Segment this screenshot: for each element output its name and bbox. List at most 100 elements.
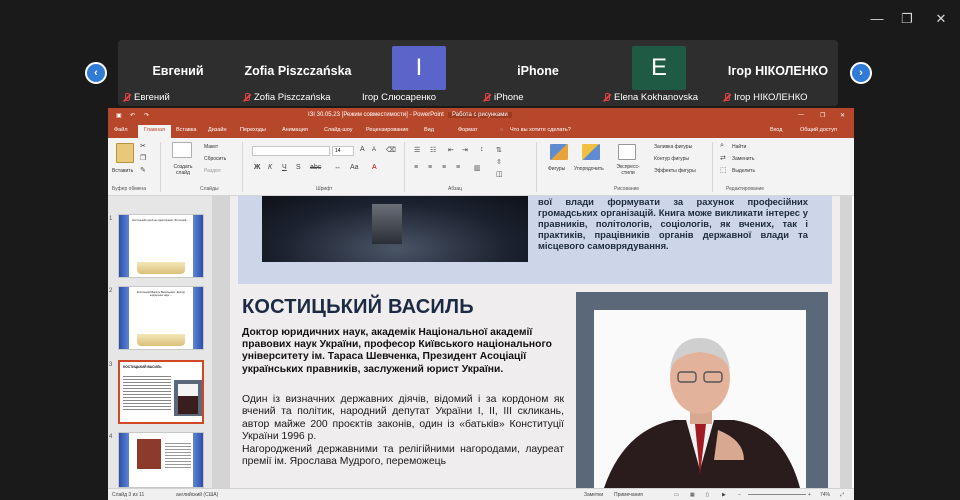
align-center-icon[interactable]: ≡: [428, 164, 432, 171]
line-spacing-icon[interactable]: ↕: [480, 146, 484, 153]
share-button[interactable]: Общий доступ: [800, 127, 837, 133]
tell-me-search[interactable]: Что вы хотите сделать?: [510, 127, 571, 133]
participant-tile[interactable]: iPhone iPhone: [478, 40, 598, 106]
tab-transitions[interactable]: Переходы: [240, 127, 266, 133]
tab-format[interactable]: Формат: [458, 127, 478, 133]
tab-review[interactable]: Рецензирование: [366, 127, 408, 133]
reset-button[interactable]: Сбросить: [204, 156, 226, 162]
zoom-out-icon[interactable]: −: [738, 492, 741, 498]
select-button[interactable]: Выделить: [732, 168, 755, 174]
gallery-prev-button[interactable]: ‹: [85, 62, 107, 84]
tab-view[interactable]: Вид: [424, 127, 434, 133]
replace-button[interactable]: Заменить: [732, 156, 754, 162]
participant-tile[interactable]: I Ігор Слюсаренко: [358, 40, 478, 106]
section-button[interactable]: Раздел: [204, 168, 221, 174]
reading-view-icon[interactable]: ▯: [706, 492, 709, 498]
sign-in-link[interactable]: Вход: [770, 127, 782, 133]
comments-button[interactable]: Примечания: [614, 492, 643, 498]
layout-button[interactable]: Макет: [204, 144, 218, 150]
paste-icon[interactable]: [116, 143, 134, 163]
tab-animation[interactable]: Анимация: [282, 127, 308, 133]
minimize-button[interactable]: —: [868, 10, 886, 28]
quick-styles-icon[interactable]: [618, 144, 636, 160]
normal-view-icon[interactable]: ▭: [674, 492, 679, 498]
copy-icon[interactable]: ❐: [140, 154, 146, 162]
smartart-icon[interactable]: ◫: [496, 170, 503, 178]
char-spacing-icon[interactable]: ↔: [334, 164, 341, 171]
slide-top-text[interactable]: вої влади формувати за рахунок професійн…: [538, 196, 808, 251]
shapes-icon[interactable]: [550, 144, 568, 160]
font-size-input[interactable]: 14: [332, 146, 354, 156]
text-direction-icon[interactable]: ⇅: [496, 146, 502, 154]
tab-file[interactable]: Файл: [114, 127, 128, 133]
zoom-slider[interactable]: [748, 494, 806, 495]
ppt-close-icon[interactable]: ✕: [840, 112, 845, 119]
bold-icon[interactable]: Ж: [254, 164, 260, 171]
close-button[interactable]: ✕: [932, 10, 950, 28]
slide-thumbnail-selected[interactable]: КОСТИЦЬКИЙ ВАСИЛЬ: [118, 360, 204, 424]
format-painter-icon[interactable]: ✎: [140, 166, 146, 174]
tab-insert[interactable]: Вставка: [176, 127, 196, 133]
indent-decrease-icon[interactable]: ⇤: [448, 146, 454, 154]
strikethrough-icon[interactable]: abc: [310, 164, 321, 171]
shape-fill-button[interactable]: Заливка фигуры: [654, 144, 692, 150]
slide-thumbnail[interactable]: Костицький герой не однієї країни. Фотог…: [118, 214, 204, 278]
new-slide-button[interactable]: Создать слайд: [168, 164, 198, 176]
sorter-view-icon[interactable]: ▦: [690, 492, 695, 498]
grow-font-icon[interactable]: A: [360, 146, 365, 153]
shape-effects-button[interactable]: Эффекты фигуры: [654, 168, 696, 174]
columns-icon[interactable]: ▥: [474, 164, 481, 172]
slide-body[interactable]: Один із визначних державних діячів, відо…: [242, 394, 564, 468]
participant-tile[interactable]: Zofia Piszczańska Zofia Piszczańska: [238, 40, 358, 106]
slide-heading[interactable]: КОСТИЦЬКИЙ ВАСИЛЬ: [242, 296, 474, 319]
crowd-photo[interactable]: [262, 196, 528, 262]
tab-slideshow[interactable]: Слайд-шоу: [324, 127, 353, 133]
italic-icon[interactable]: К: [268, 164, 272, 171]
change-case-icon[interactable]: Aa: [350, 164, 359, 171]
participant-tile[interactable]: Ігор НІКОЛЕНКО Ігор НІКОЛЕНКО: [718, 40, 838, 106]
numbering-icon[interactable]: ☷: [430, 146, 436, 154]
new-slide-icon[interactable]: [172, 142, 192, 158]
clear-format-icon[interactable]: ⌫: [386, 146, 396, 154]
participant-tile[interactable]: Евгений Евгений: [118, 40, 238, 106]
tab-home[interactable]: Главная: [138, 125, 171, 138]
ppt-minimize-icon[interactable]: —: [798, 112, 804, 118]
shadow-icon[interactable]: S: [296, 164, 301, 171]
fit-slide-icon[interactable]: ⤢: [840, 492, 844, 498]
indent-increase-icon[interactable]: ⇥: [462, 146, 468, 154]
font-color-icon[interactable]: A: [372, 164, 377, 171]
shapes-button[interactable]: Фигуры: [548, 166, 565, 172]
slide-thumbnail[interactable]: [118, 432, 204, 488]
arrange-icon[interactable]: [582, 144, 600, 160]
restore-button[interactable]: ❐: [898, 10, 916, 28]
redo-icon[interactable]: ↷: [144, 112, 149, 119]
gallery-next-button[interactable]: ›: [850, 62, 872, 84]
quick-styles-button[interactable]: Экспресс-стили: [612, 164, 644, 176]
slideshow-view-icon[interactable]: ▶: [722, 492, 726, 498]
align-text-icon[interactable]: ⇳: [496, 158, 502, 166]
underline-icon[interactable]: Ч: [282, 164, 287, 171]
shrink-font-icon[interactable]: A: [372, 147, 376, 153]
zoom-in-icon[interactable]: +: [808, 492, 811, 498]
paste-button[interactable]: Вставить: [112, 168, 133, 174]
slide-subtitle[interactable]: Доктор юридичних наук, академік Націонал…: [242, 327, 564, 376]
align-right-icon[interactable]: ≡: [442, 164, 446, 171]
arrange-button[interactable]: Упорядочить: [574, 166, 604, 172]
zoom-level[interactable]: 74%: [820, 492, 830, 498]
notes-button[interactable]: Заметки: [584, 492, 603, 498]
undo-icon[interactable]: ↶: [130, 112, 135, 119]
portrait-photo[interactable]: [594, 310, 806, 488]
save-icon[interactable]: ▣: [116, 112, 122, 119]
ppt-restore-icon[interactable]: ❐: [820, 112, 825, 119]
align-left-icon[interactable]: ≡: [414, 164, 418, 171]
language-indicator[interactable]: английский (США): [176, 492, 218, 498]
bullets-icon[interactable]: ☰: [414, 146, 420, 154]
current-slide[interactable]: вої влади формувати за рахунок професійн…: [230, 196, 840, 488]
slide-thumbnail[interactable]: Костицький Василь Васильович. Доктор юри…: [118, 286, 204, 350]
shape-outline-button[interactable]: Контур фигуры: [654, 156, 689, 162]
find-button[interactable]: Найти: [732, 144, 746, 150]
cut-icon[interactable]: ✂: [140, 142, 146, 150]
font-name-input[interactable]: [252, 146, 330, 156]
justify-icon[interactable]: ≡: [456, 164, 460, 171]
participant-tile[interactable]: E Elena Kokhanovska: [598, 40, 718, 106]
